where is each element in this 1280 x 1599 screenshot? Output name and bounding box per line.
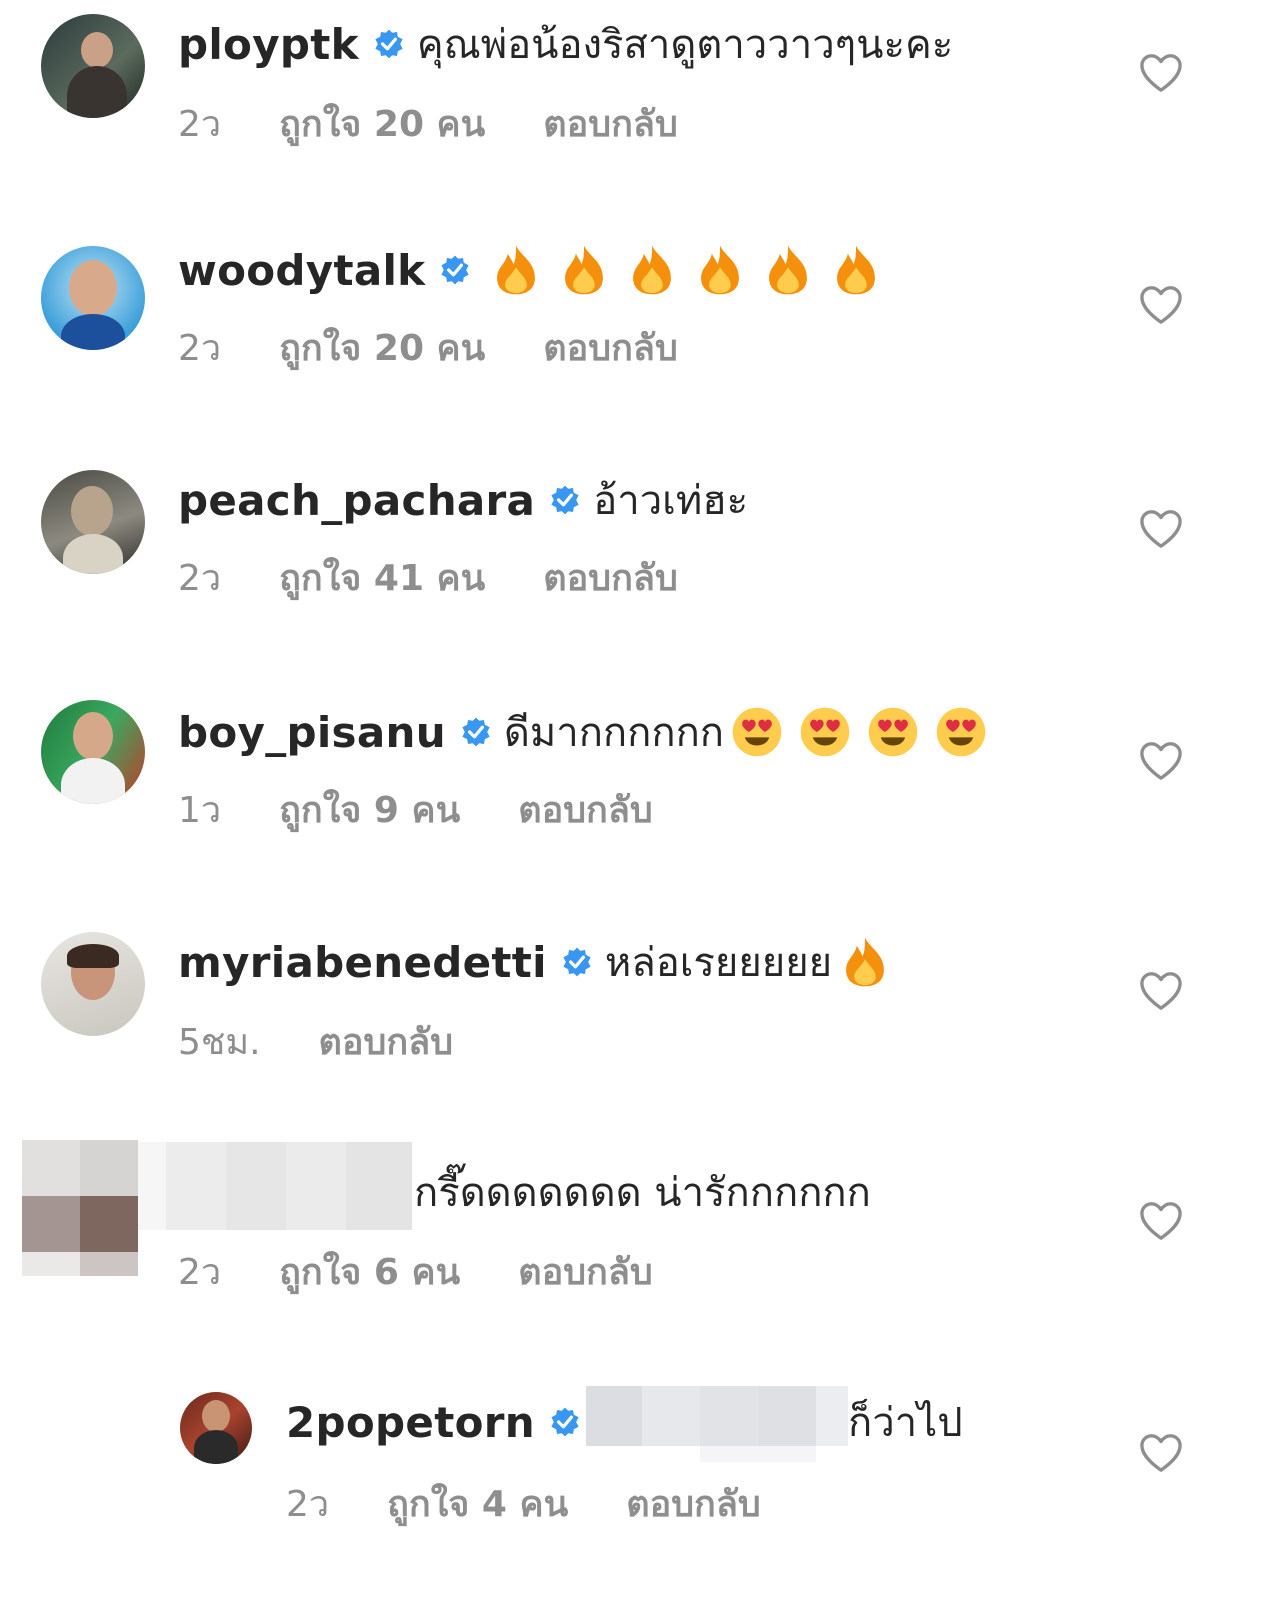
comment-item: peach_pachara อ้าวเท่ฮะ 2ว ถูกใจ 41 คน ต… xyxy=(0,462,1280,662)
reply-button[interactable]: ตอบกลับ xyxy=(518,1243,653,1300)
comment-text: กรี๊ดดดดดดด น่ารักกกกกก xyxy=(414,1170,871,1216)
avatar[interactable] xyxy=(41,470,145,574)
reply-button[interactable]: ตอบกลับ xyxy=(543,549,678,606)
reply-button[interactable]: ตอบกลับ xyxy=(319,1013,454,1070)
comment-text: ก็ว่าไป xyxy=(848,1400,963,1446)
reply-button[interactable]: ตอบกลับ xyxy=(543,95,678,152)
verified-badge-icon xyxy=(462,717,490,747)
avatar[interactable] xyxy=(41,932,145,1036)
like-heart-icon[interactable] xyxy=(1138,284,1184,326)
like-heart-icon[interactable] xyxy=(1138,1200,1184,1242)
blurred-username xyxy=(138,1142,412,1230)
comment-item: กรี๊ดดดดดดด น่ารักกกกกก 2ว ถูกใจ 6 คน ตอ… xyxy=(0,1138,1280,1338)
fire-emoji-icon xyxy=(633,245,672,295)
avatar[interactable] xyxy=(41,700,145,804)
reply-button[interactable]: ตอบกลับ xyxy=(626,1475,761,1532)
comment-time: 2ว xyxy=(286,1483,330,1525)
comment-time: 2ว xyxy=(178,103,222,145)
comment-username[interactable]: 2popetorn xyxy=(286,1398,535,1447)
fire-emoji-icon xyxy=(769,245,808,295)
comment-time: 2ว xyxy=(178,327,222,369)
comment-likes-count[interactable]: ถูกใจ 20 คน xyxy=(279,95,485,152)
comment-item: boy_pisanu ดีมากกกกกก 1ว ถูกใจ 9 คน ตอบก… xyxy=(0,694,1280,894)
blurred-mention xyxy=(586,1386,848,1462)
comment-likes-count[interactable]: ถูกใจ 9 คน xyxy=(279,781,460,838)
like-heart-icon[interactable] xyxy=(1138,740,1184,782)
comment-likes-count[interactable]: ถูกใจ 4 คน xyxy=(387,1475,568,1532)
comment-time: 5ชม. xyxy=(178,1021,261,1063)
avatar[interactable] xyxy=(41,246,145,350)
like-heart-icon[interactable] xyxy=(1138,508,1184,550)
reply-button[interactable]: ตอบกลับ xyxy=(518,781,653,838)
comment-time: 2ว xyxy=(178,557,222,599)
reply-button[interactable]: ตอบกลับ xyxy=(543,319,678,376)
verified-badge-icon xyxy=(375,29,403,59)
avatar[interactable] xyxy=(41,14,145,118)
like-heart-icon[interactable] xyxy=(1138,1432,1184,1474)
verified-badge-icon xyxy=(551,485,579,515)
heart-eyes-emoji-icon xyxy=(936,707,986,757)
comment-item: myriabenedetti หล่อเรยยยยย 5ชม. ตอบกลับ xyxy=(0,926,1280,1126)
heart-eyes-emoji-icon xyxy=(868,707,918,757)
comment-username[interactable]: woodytalk xyxy=(178,246,425,295)
like-heart-icon[interactable] xyxy=(1138,970,1184,1012)
heart-eyes-emoji-icon xyxy=(732,707,782,757)
comment-text: คุณพ่อน้องริสาดูตาววาวๆนะคะ xyxy=(416,22,954,68)
comment-item: woodytalk 2ว ถูกใจ 20 คน ตอบกลับ xyxy=(0,232,1280,432)
comment-likes-count[interactable]: ถูกใจ 6 คน xyxy=(279,1243,460,1300)
comment-text: อ้าวเท่ฮะ xyxy=(593,478,749,524)
fire-emoji-icon xyxy=(837,245,876,295)
comment-time: 1ว xyxy=(178,789,222,831)
verified-badge-icon xyxy=(441,255,470,285)
verified-badge-icon xyxy=(551,1407,579,1437)
fire-emoji-icon xyxy=(701,245,740,295)
comment-likes-count[interactable]: ถูกใจ 20 คน xyxy=(279,319,485,376)
fire-emoji-icon xyxy=(846,937,884,987)
comment-username[interactable]: ployptk xyxy=(178,20,359,69)
comment-reply-item: 2popetorn ( ก็ว่าไป 2ว ถูกใจ 4 คน ตอบกลั… xyxy=(0,1378,1280,1578)
like-heart-icon[interactable] xyxy=(1138,52,1184,94)
fire-emoji-icon xyxy=(497,245,536,295)
comment-text: หล่อเรยยยยย xyxy=(604,940,833,986)
blurred-avatar xyxy=(22,1140,138,1276)
avatar[interactable] xyxy=(180,1392,252,1464)
comment-username[interactable]: myriabenedetti xyxy=(178,938,547,987)
comment-likes-count[interactable]: ถูกใจ 41 คน xyxy=(279,549,485,606)
comment-username[interactable]: peach_pachara xyxy=(178,476,535,525)
comment-item: ployptk คุณพ่อน้องริสาดูตาววาวๆนะคะ 2ว ถ… xyxy=(0,0,1280,200)
verified-badge-icon xyxy=(563,947,591,977)
fire-emoji-icon xyxy=(565,245,604,295)
comment-time: 2ว xyxy=(178,1251,222,1293)
comment-username[interactable]: boy_pisanu xyxy=(178,708,446,757)
heart-eyes-emoji-icon xyxy=(800,707,850,757)
comment-text: ดีมากกกกกก xyxy=(503,710,725,756)
